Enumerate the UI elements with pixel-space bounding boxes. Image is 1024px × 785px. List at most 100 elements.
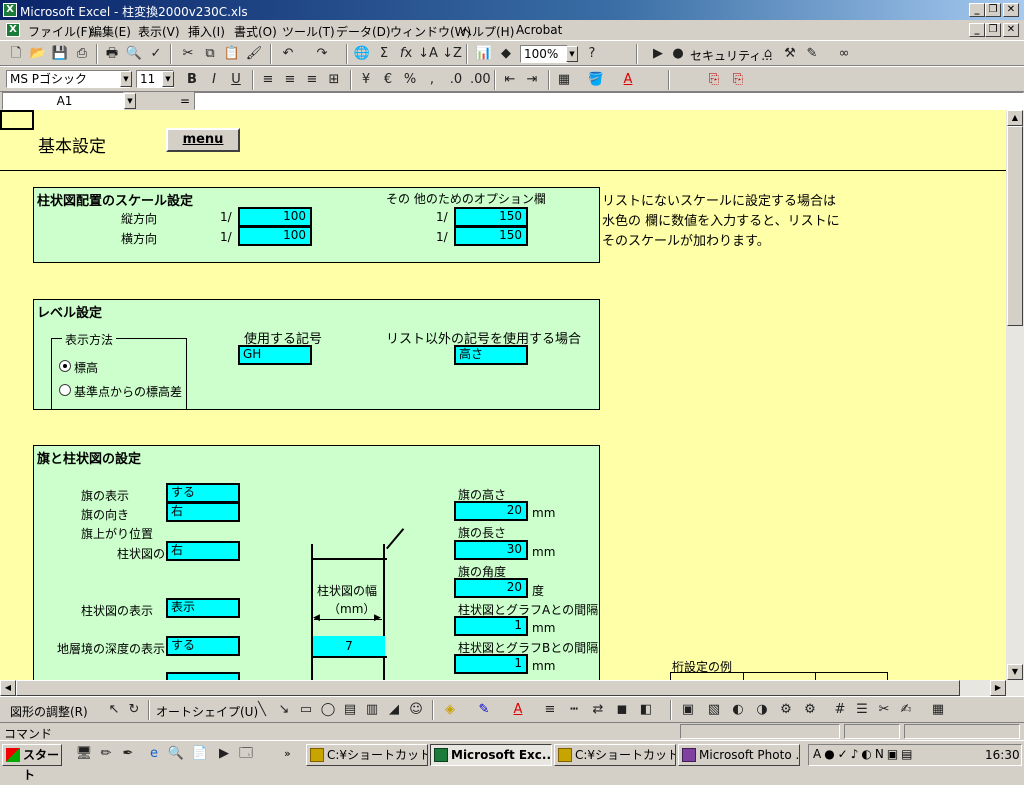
increase-decimal-icon[interactable]: .0 [446,70,466,90]
dash-style-icon[interactable]: ┅ [564,700,584,720]
bold-button[interactable]: B [182,70,202,90]
quicklaunch-icon[interactable]: 📄 [190,744,210,764]
run-macro-icon[interactable]: ▶ [648,44,668,64]
symbol-input[interactable]: GH [238,345,312,365]
link-icon[interactable]: ∞ [834,44,854,64]
align-left-icon[interactable]: ≡ [258,70,278,90]
merge-center-icon[interactable]: ⊞ [324,70,344,90]
align-right-icon[interactable]: ≡ [302,70,322,90]
menu-insert[interactable]: 挿入(I) [188,23,225,40]
depth-display-input[interactable]: する [166,636,240,656]
copy-icon[interactable]: ⧉ [200,44,220,64]
draw-tool-icon[interactable]: ▣ [678,700,698,720]
drawing-icon[interactable]: ◆ [496,44,516,64]
menu-view[interactable]: 表示(V) [138,23,180,40]
arrow-icon[interactable]: ↘ [274,700,294,720]
visual-basic-icon[interactable]: ⌂ [758,44,778,64]
draw-tool-icon[interactable]: ▦ [928,700,948,720]
select-objects-icon[interactable]: ↖ [104,700,124,720]
scroll-right-icon[interactable]: ▶ [990,680,1006,696]
horizontal-scrollbar[interactable]: ◀ ▶ [0,680,1024,696]
menu-file[interactable]: ファイル(F) [28,23,92,40]
column-position-input[interactable]: 右 [166,541,240,561]
underline-button[interactable]: U [226,70,246,90]
more-icon[interactable]: » [284,747,291,760]
excel-icon[interactable]: X [3,3,17,17]
formula-equals[interactable]: = [180,94,190,108]
rotate-icon[interactable]: ↻ [124,700,144,720]
vertical-scale-input[interactable]: 100 [238,207,312,227]
close-button[interactable]: ✕ [1003,3,1019,17]
flag-length-input[interactable]: 30 [454,540,528,560]
name-box[interactable]: A1 [2,92,124,110]
radio-relative[interactable] [59,384,71,396]
flag-direction-input[interactable]: 右 [166,502,240,522]
3d-icon[interactable]: ◧ [636,700,656,720]
line-icon[interactable]: ╲ [252,700,272,720]
function-icon[interactable]: fx [396,44,416,64]
tray-icons[interactable]: A●✓♪◐N▣▤ [813,747,916,761]
line-style-icon[interactable]: ≡ [540,700,560,720]
flag-display-input[interactable]: する [166,483,240,503]
spelling-icon[interactable]: ✓ [146,44,166,64]
gap-b-input[interactable]: 1 [454,654,528,674]
paste-icon[interactable]: 📋 [222,44,242,64]
minimize-button[interactable]: _ [969,3,985,17]
comma-icon[interactable]: , [422,70,442,90]
decrease-indent-icon[interactable]: ⇤ [500,70,520,90]
task-shortcut-folder-1[interactable]: C:¥ショートカット集... [306,744,428,766]
menu-button[interactable]: menu [166,128,240,152]
borders-icon[interactable]: ▦ [554,70,574,90]
quicklaunch-icon[interactable]: ✒ [118,744,138,764]
menu-tools[interactable]: ツール(T) [282,23,335,40]
start-button[interactable]: スタート [2,744,62,782]
partial-input[interactable] [166,672,240,680]
menu-help[interactable]: ヘルプ(H) [460,23,514,40]
menu-edit[interactable]: 編集(E) [90,23,131,40]
menu-acrobat[interactable]: Acrobat [516,23,562,37]
increase-indent-icon[interactable]: ⇥ [522,70,542,90]
tools-icon[interactable]: ⚒ [780,44,800,64]
ie-icon[interactable]: e [144,744,164,764]
flag-height-input[interactable]: 20 [454,501,528,521]
flag-angle-input[interactable]: 20 [454,578,528,598]
format-painter-icon[interactable]: 🖌 [244,44,264,64]
oval-icon[interactable]: ◯ [318,700,338,720]
name-box-dropdown-icon[interactable]: ▼ [124,93,136,109]
zoom-dropdown-icon[interactable]: ▼ [566,46,578,62]
autoshape-menu[interactable]: オートシェイプ(U) [156,703,258,720]
line-color-icon[interactable]: ✎ [474,700,494,720]
new-icon[interactable]: 🗋 [6,44,26,64]
rectangle-icon[interactable]: ▭ [296,700,316,720]
draw-tool-icon[interactable]: ⚙ [776,700,796,720]
column-display-input[interactable]: 表示 [166,598,240,618]
diagram-width-input[interactable]: 7 [313,636,385,656]
sort-ascending-icon[interactable]: ↓A [418,44,438,64]
design-mode-icon[interactable]: ✎ [802,44,822,64]
line-weight-icon[interactable]: ☰ [852,700,872,720]
grid-icon[interactable]: # [830,700,850,720]
scroll-down-icon[interactable]: ▼ [1007,664,1023,680]
formula-input[interactable] [194,92,1024,110]
task-photo-editor[interactable]: Microsoft Photo ... [678,744,800,766]
quicklaunch-icon[interactable]: ▶ [214,744,234,764]
vertical-textbox-icon[interactable]: ▥ [362,700,382,720]
draw-tool-icon[interactable]: ◐ [728,700,748,720]
option-horizontal-input[interactable]: 150 [454,226,528,246]
font-name-dropdown-icon[interactable]: ▼ [120,71,132,87]
doc-close-button[interactable]: ✕ [1003,23,1019,37]
other-symbol-input[interactable]: 高さ [454,345,528,365]
arrow-style-icon[interactable]: ⇄ [588,700,608,720]
menu-format[interactable]: 書式(O) [234,23,277,40]
hyperlink-icon[interactable]: 🌐 [352,44,372,64]
font-size-dropdown-icon[interactable]: ▼ [162,71,174,87]
chart-wizard-icon[interactable]: 📊 [474,44,494,64]
help-icon[interactable]: ? [582,44,602,64]
autosum-icon[interactable]: Σ [374,44,394,64]
wordart-icon[interactable]: ◢ [384,700,404,720]
clipart-icon[interactable]: ☺ [406,700,426,720]
fill-color-icon[interactable]: ◈ [440,700,460,720]
gap-a-input[interactable]: 1 [454,616,528,636]
font-color-icon[interactable]: A [508,700,528,720]
task-shortcut-folder-2[interactable]: C:¥ショートカット集... [554,744,676,766]
